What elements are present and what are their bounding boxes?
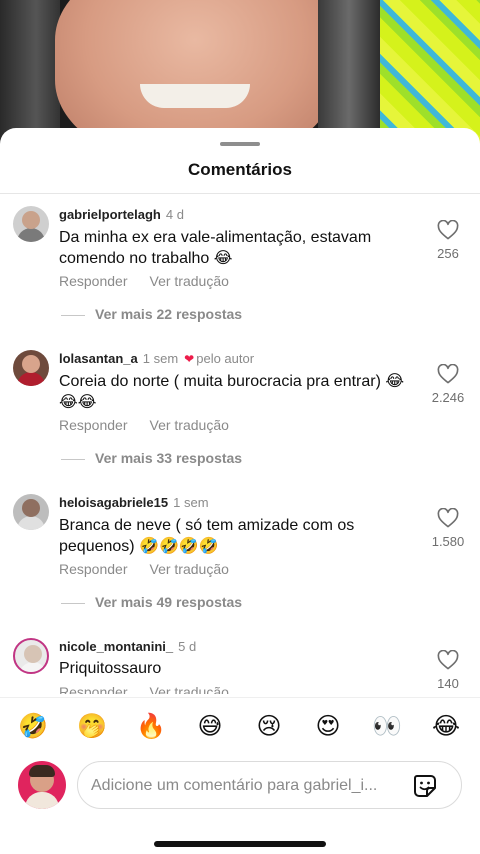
reply-button[interactable]: Responder <box>59 561 128 577</box>
emoji-rofl[interactable]: 🤣 <box>18 712 48 740</box>
replies-line <box>61 458 85 460</box>
reply-button[interactable]: Responder <box>59 273 128 289</box>
comment-item: nicole_montanini_ 5 d Priquitossauro Resp… <box>0 626 480 694</box>
comment-item: heloisagabriele15 1 sem Branca de neve ( … <box>0 482 480 626</box>
like-count: 256 <box>437 246 459 261</box>
like-button[interactable]: 2.246 <box>420 364 476 405</box>
like-button[interactable]: 1.580 <box>420 508 476 549</box>
emoji-heart-eyes[interactable]: 😍 <box>313 712 343 740</box>
view-replies-label: Ver mais 33 respostas <box>95 450 243 466</box>
emoji-sweat-smile[interactable]: 😅 <box>195 712 225 740</box>
comment-input[interactable] <box>91 774 401 798</box>
sheet-title: Comentários <box>188 160 292 179</box>
sticker-icon[interactable] <box>412 773 438 799</box>
comment-meta: nicole_montanini_ 5 d <box>59 639 196 654</box>
emoji-fire[interactable]: 🔥 <box>136 712 166 740</box>
translate-button[interactable]: Ver tradução <box>150 273 229 289</box>
avatar[interactable] <box>13 206 49 242</box>
replies-line <box>61 314 85 316</box>
like-count: 1.580 <box>431 534 465 549</box>
comment-username[interactable]: heloisagabriele15 <box>59 495 168 510</box>
comment-actions: Responder Ver tradução <box>59 417 251 433</box>
translate-button[interactable]: Ver tradução <box>150 684 229 694</box>
emoji-eyes[interactable]: 👀 <box>372 712 402 740</box>
heart-filled-icon: ❤ <box>184 352 195 366</box>
teeth <box>140 84 250 108</box>
drag-handle[interactable] <box>220 142 260 146</box>
comment-time: 1 sem <box>173 495 209 510</box>
avatar[interactable] <box>13 494 49 530</box>
avatar[interactable] <box>13 350 49 386</box>
like-count: 2.246 <box>431 390 465 405</box>
heart-outline-icon <box>437 650 459 670</box>
comment-username[interactable]: gabrielportelagh <box>59 207 161 222</box>
like-count: 140 <box>437 676 459 691</box>
emoji-quick-bar: 🤣 🤭 🔥 😅 😢 😍 👀 😂 <box>0 697 480 753</box>
reply-button[interactable]: Responder <box>59 684 128 694</box>
view-replies-label: Ver mais 49 respostas <box>95 594 243 610</box>
comment-text: Da minha ex era vale-alimentação, estava… <box>59 229 372 267</box>
emoji-hand-over-mouth[interactable]: 🤭 <box>77 712 107 740</box>
comment-time: 5 d <box>178 639 197 654</box>
reply-button[interactable]: Responder <box>59 417 128 433</box>
avatar[interactable] <box>13 638 49 674</box>
translate-button[interactable]: Ver tradução <box>150 417 229 433</box>
comment-meta: gabrielportelagh 4 d <box>59 207 184 222</box>
current-user-avatar <box>18 761 66 809</box>
comment-username[interactable]: lolasantan_a <box>59 351 138 366</box>
comment-item: lolasantan_a 1 sem ❤ pelo autor Coreia do n… <box>0 338 480 482</box>
comment-text: Branca de neve ( só tem amizade com os p… <box>59 517 355 555</box>
translate-button[interactable]: Ver tradução <box>150 561 229 577</box>
comment-input-box[interactable] <box>77 761 462 809</box>
emoji-crying[interactable]: 😢 <box>254 712 284 740</box>
comment-time: 1 sem <box>142 351 179 366</box>
view-replies-label: Ver mais 22 respostas <box>95 306 243 322</box>
comment-text: Priquitossauro <box>59 660 162 677</box>
emoji-joy[interactable]: 😂 <box>431 712 461 740</box>
view-replies-button[interactable]: Ver mais 33 respostas <box>61 450 242 466</box>
heart-outline-icon <box>437 508 459 528</box>
replies-line <box>61 602 85 604</box>
heart-outline-icon <box>437 220 459 240</box>
comment-actions: Responder Ver tradução <box>59 273 251 289</box>
comment-item: gabrielportelagh 4 d Da minha ex era vale… <box>0 194 480 338</box>
view-replies-button[interactable]: Ver mais 22 respostas <box>61 306 242 322</box>
comments-list[interactable]: gabrielportelagh 4 d Da minha ex era vale… <box>0 194 480 694</box>
comment-composer <box>0 753 480 823</box>
like-button[interactable]: 256 <box>420 220 476 261</box>
view-replies-button[interactable]: Ver mais 49 respostas <box>61 594 242 610</box>
home-indicator <box>154 841 326 847</box>
comment-meta: lolasantan_a 1 sem ❤ pelo autor <box>59 351 254 366</box>
comment-actions: Responder Ver tradução <box>59 684 251 694</box>
liked-by-author-label: pelo autor <box>196 351 255 366</box>
like-button[interactable]: 140 <box>420 650 476 691</box>
comment-actions: Responder Ver tradução <box>59 561 251 577</box>
heart-outline-icon <box>437 364 459 384</box>
comment-text: Coreia do norte ( muita burocracia pra e… <box>59 373 405 411</box>
comment-username[interactable]: nicole_montanini_ <box>59 639 173 654</box>
comment-meta: heloisagabriele15 1 sem <box>59 495 209 510</box>
comment-time: 4 d <box>165 207 184 222</box>
